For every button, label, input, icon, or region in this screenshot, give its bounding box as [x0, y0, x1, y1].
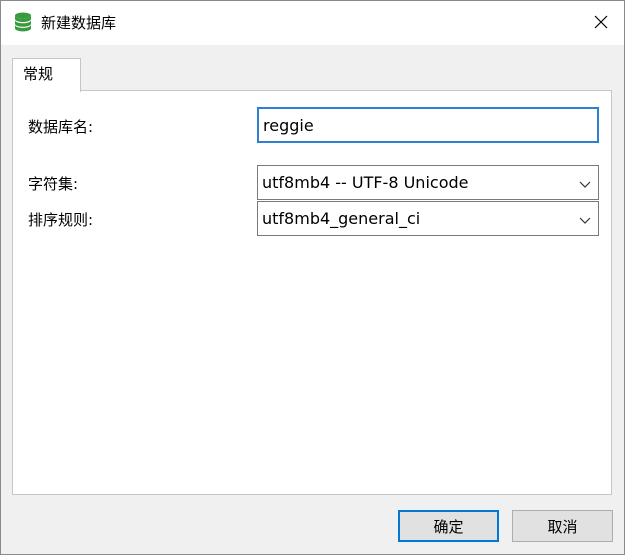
collation-label: 排序规则: — [28, 211, 94, 229]
close-icon — [594, 14, 608, 33]
collation-value: utf8mb4_general_ci — [262, 209, 421, 228]
chevron-down-icon — [578, 212, 592, 226]
title-bar: 新建数据库 — [1, 1, 624, 45]
charset-label: 字符集: — [28, 175, 79, 193]
chevron-down-icon — [578, 176, 592, 190]
general-panel — [12, 90, 612, 495]
cancel-button[interactable]: 取消 — [512, 510, 613, 542]
charset-select[interactable]: utf8mb4 -- UTF-8 Unicode — [257, 165, 599, 200]
close-button[interactable] — [578, 1, 624, 45]
window-title: 新建数据库 — [41, 14, 117, 32]
new-database-dialog: 新建数据库 常规 数据库名: 字符集: utf8mb4 -- UTF-8 Uni… — [0, 0, 625, 555]
ok-button[interactable]: 确定 — [398, 510, 499, 542]
db-name-input[interactable] — [257, 107, 599, 143]
tab-general-label: 常规 — [23, 65, 54, 83]
db-name-label: 数据库名: — [28, 118, 94, 136]
collation-select[interactable]: utf8mb4_general_ci — [257, 201, 599, 236]
charset-value: utf8mb4 -- UTF-8 Unicode — [262, 173, 469, 192]
tab-general[interactable]: 常规 — [12, 58, 81, 92]
database-icon — [14, 12, 32, 32]
